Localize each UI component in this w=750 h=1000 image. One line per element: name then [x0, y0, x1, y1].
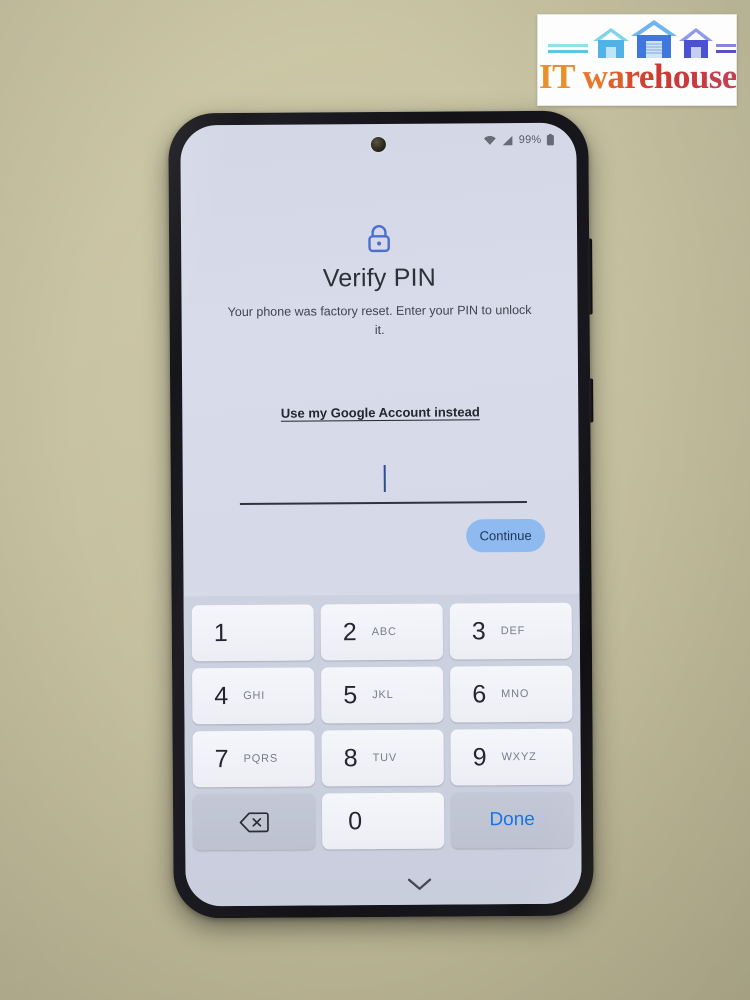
key-digit: 6 [472, 679, 487, 708]
done-key[interactable]: Done [450, 791, 574, 849]
key-7[interactable]: 7 PQRS [192, 730, 315, 788]
pin-input[interactable] [239, 458, 527, 505]
key-letters: JKL [372, 688, 394, 702]
key-letters: WXYZ [501, 750, 537, 764]
logo-line-left [548, 44, 588, 47]
key-4[interactable]: 4 GHI [192, 667, 315, 725]
backspace-key[interactable] [192, 793, 316, 851]
logo-line-right [716, 50, 736, 53]
warehouse-icon-left [593, 28, 629, 58]
keypad-row: 0 Done [192, 791, 574, 851]
key-letters: DEF [500, 624, 526, 638]
key-digit: 9 [472, 742, 487, 771]
key-letters: ABC [371, 625, 397, 639]
warehouse-icon-right [679, 28, 713, 58]
keypad-row: 4 GHI 5 JKL 6 MNO [192, 665, 573, 725]
photo-scene: 99% Verify PIN Your phone was factory re… [0, 0, 750, 1000]
logo-wordmark: IT warehouse [539, 57, 737, 96]
page-title: Verify PIN [322, 263, 437, 293]
key-1[interactable]: 1 [191, 604, 315, 662]
key-digit: 7 [214, 744, 229, 773]
lock-icon [368, 225, 390, 253]
key-digit: 2 [342, 617, 357, 646]
logo-line-left [548, 50, 588, 53]
key-digit: 3 [471, 616, 486, 645]
volume-button[interactable] [588, 238, 593, 315]
key-5[interactable]: 5 JKL [321, 666, 444, 724]
key-digit: 5 [343, 680, 358, 709]
backspace-icon [239, 811, 269, 832]
key-letters: MNO [501, 687, 530, 701]
logo-line-right [716, 44, 736, 47]
key-2[interactable]: 2 ABC [320, 603, 444, 661]
key-digit: 4 [214, 681, 229, 710]
key-digit: 0 [348, 806, 363, 835]
use-google-account-link[interactable]: Use my Google Account instead [182, 404, 578, 422]
keypad-row: 7 PQRS 8 TUV 9 WXYZ [192, 728, 573, 788]
key-3[interactable]: 3 DEF [449, 602, 573, 660]
phone-device: 99% Verify PIN Your phone was factory re… [168, 110, 594, 919]
power-button[interactable] [589, 378, 594, 423]
key-letters: GHI [243, 689, 266, 702]
key-digit: 8 [343, 743, 358, 772]
key-letters: PQRS [243, 752, 279, 765]
dismiss-keyboard-button[interactable] [185, 870, 581, 899]
keypad-row: 1 2 ABC 3 DEF [191, 602, 573, 662]
continue-button[interactable]: Continue [466, 518, 546, 553]
signal-icon [502, 135, 513, 145]
text-caret [383, 464, 386, 492]
battery-icon [546, 133, 554, 146]
key-digit: 1 [213, 618, 228, 647]
key-letters: TUV [372, 751, 398, 765]
front-camera [370, 136, 386, 153]
key-8[interactable]: 8 TUV [321, 729, 444, 787]
key-9[interactable]: 9 WXYZ [450, 728, 573, 786]
warehouse-icon-center [631, 20, 677, 58]
phone-screen: 99% Verify PIN Your phone was factory re… [180, 122, 582, 907]
chevron-down-icon [407, 878, 432, 890]
key-6[interactable]: 6 MNO [450, 665, 573, 723]
battery-percent-label: 99% [518, 133, 542, 147]
page-subtitle: Your phone was factory reset. Enter your… [227, 302, 532, 337]
key-0[interactable]: 0 [321, 792, 445, 850]
watermark-logo: IT warehouse [537, 14, 737, 106]
logo-artwork [538, 15, 736, 63]
wifi-icon [484, 135, 497, 145]
numeric-keypad: 1 2 ABC 3 DEF 4 GHI 5 JKL 6 MNO 7 PQRS 8… [183, 593, 582, 907]
